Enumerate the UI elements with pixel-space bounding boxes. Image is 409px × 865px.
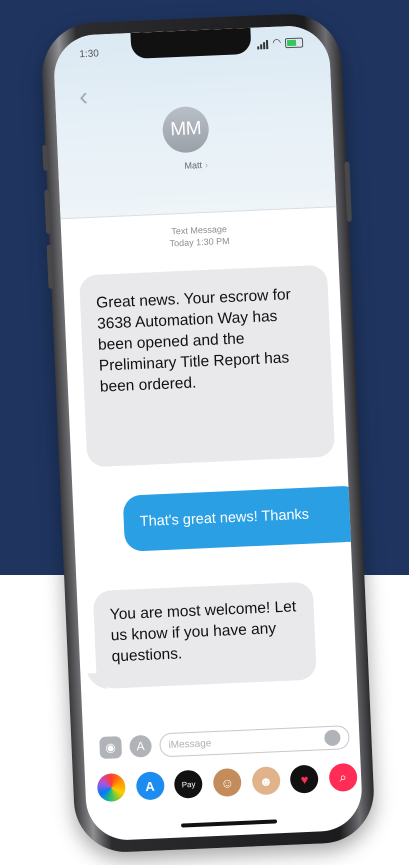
memoji-icon[interactable]: ☺ bbox=[212, 767, 242, 798]
memoji-stickers-icon[interactable]: ☻ bbox=[251, 766, 281, 796]
back-chevron-icon[interactable]: ‹ bbox=[79, 81, 89, 111]
apple-pay-icon[interactable]: Pay bbox=[174, 769, 204, 799]
message-bubble-outgoing[interactable]: That's great news! Thanks bbox=[122, 485, 363, 552]
signal-icon bbox=[257, 39, 269, 49]
status-icons: ◠ bbox=[257, 37, 304, 49]
photos-icon[interactable] bbox=[96, 772, 126, 803]
chevron-right-icon: › bbox=[204, 159, 209, 170]
message-bubble-incoming[interactable]: You are most welcome! Let us know if you… bbox=[92, 581, 317, 690]
wifi-icon: ◠ bbox=[272, 37, 282, 49]
message-input[interactable]: iMessage bbox=[159, 725, 350, 758]
message-bubble-incoming[interactable]: Great news. Your escrow for 3638 Automat… bbox=[79, 264, 336, 468]
digital-touch-icon[interactable]: ♥ bbox=[289, 764, 320, 794]
app-store-icon[interactable]: A bbox=[135, 771, 165, 801]
image-search-icon[interactable]: ⌕ bbox=[328, 762, 358, 793]
notch bbox=[130, 27, 252, 59]
home-indicator[interactable] bbox=[181, 819, 278, 828]
camera-icon[interactable]: ◉ bbox=[99, 736, 123, 760]
contact-name-row[interactable]: Matt › bbox=[58, 154, 334, 176]
phone-device: 1:30 ◠ ‹ MM Matt › Text Message Today 1:3… bbox=[40, 11, 376, 855]
mute-switch bbox=[42, 144, 49, 171]
phone-screen: 1:30 ◠ ‹ MM Matt › Text Message Today 1:3… bbox=[52, 24, 364, 842]
contact-name: Matt bbox=[184, 160, 203, 171]
thread-meta: Text Message Today 1:30 PM bbox=[61, 218, 338, 254]
audio-record-icon[interactable] bbox=[324, 729, 341, 747]
status-time: 1:30 bbox=[79, 48, 100, 61]
battery-icon bbox=[284, 37, 304, 49]
contact-avatar[interactable]: MM bbox=[161, 105, 210, 154]
app-store-icon[interactable]: A bbox=[129, 734, 153, 758]
message-input-placeholder: iMessage bbox=[168, 737, 212, 751]
app-drawer: A Pay ☺ ☻ ♥ ⌕ bbox=[96, 762, 358, 803]
conversation-header: 1:30 ◠ ‹ MM Matt › bbox=[52, 24, 337, 220]
composer-row: ◉ A iMessage bbox=[99, 724, 350, 761]
